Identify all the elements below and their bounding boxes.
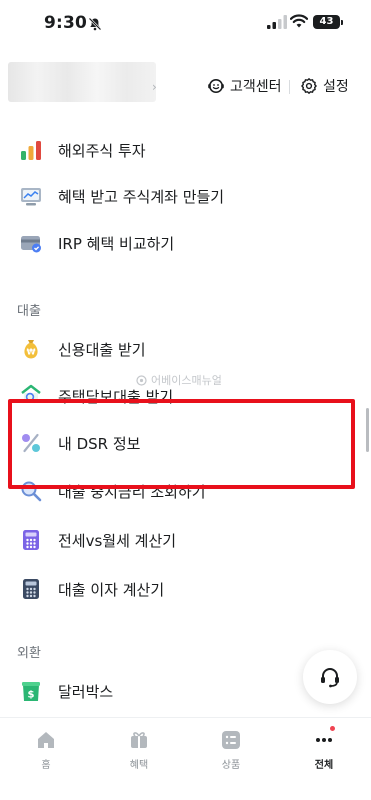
computer-chart-icon <box>21 188 41 206</box>
section-label-exchange: 외환 <box>17 646 41 661</box>
calculator-purple-icon <box>23 530 39 550</box>
dollar-box-icon: $ <box>22 682 40 701</box>
settings-label: 설정 <box>323 79 349 95</box>
gear-icon <box>301 78 317 94</box>
nav-tab-products[interactable]: 상품 <box>201 730 261 771</box>
list-item-label: IRP 혜택 비교하기 <box>58 234 175 253</box>
list-icon <box>222 731 240 749</box>
nav-tab-all[interactable]: 전체 <box>294 726 354 771</box>
more-icon <box>316 738 332 742</box>
watermark-text: 어베이스매뉴얼 <box>151 374 222 387</box>
headset-smile-icon <box>208 79 224 93</box>
magnifier-icon <box>21 481 42 502</box>
battery-indicator: 43 <box>313 15 340 29</box>
nav-label: 상품 <box>221 760 241 771</box>
gift-icon <box>131 732 147 748</box>
status-time: 9:30 <box>44 13 88 33</box>
list-item-label: 혜택 받고 주식계좌 만들기 <box>58 187 225 206</box>
watermark-logo-icon <box>136 374 147 386</box>
list-item-credit-loan[interactable]: ₩ 신용대출 받기 <box>0 326 371 372</box>
list-item-loan-rate[interactable]: 대출 중지금리 조회하기 <box>0 468 371 514</box>
chevron-right-icon[interactable]: › <box>152 80 157 94</box>
nav-label: 혜택 <box>129 760 149 771</box>
bottom-nav: 홈 혜택 상품 전체 <box>0 717 371 800</box>
signal-icon <box>267 15 287 29</box>
bar-chart-icon <box>21 141 41 160</box>
list-item-label: 신용대출 받기 <box>58 340 146 359</box>
section-label-loan: 대출 <box>17 304 41 319</box>
list-item-label: 대출 중지금리 조회하기 <box>58 482 206 501</box>
list-item-overseas-stock[interactable]: 해외주식 투자 <box>0 127 371 173</box>
nav-label: 홈 <box>41 760 51 771</box>
list-item-label: 달러박스 <box>58 682 114 701</box>
svg-text:$: $ <box>28 690 35 701</box>
nav-label: 전체 <box>314 760 334 771</box>
list-item-label: 내 DSR 정보 <box>58 434 141 453</box>
nav-tab-home[interactable]: 홈 <box>16 730 76 771</box>
calculator-dark-icon <box>23 579 39 599</box>
list-item-jeonse-calculator[interactable]: 전세vs월세 계산기 <box>0 517 371 563</box>
list-item-label: 전세vs월세 계산기 <box>58 531 177 550</box>
list-item-label: 대출 이자 계산기 <box>58 580 165 599</box>
notification-dot <box>330 726 335 731</box>
list-item-dsr[interactable]: 내 DSR 정보 <box>0 420 371 466</box>
list-item-label: 주택담보대출 받기 <box>58 387 174 406</box>
header-divider <box>289 80 290 94</box>
scrollbar-thumb[interactable] <box>366 408 369 452</box>
status-bar: 9:30 43 <box>0 0 371 48</box>
settings-button[interactable]: 설정 <box>300 76 349 96</box>
percent-icon <box>22 433 40 453</box>
svg-text:₩: ₩ <box>27 348 36 357</box>
watermark: 어베이스매뉴얼 <box>136 372 222 388</box>
battery-tip <box>341 20 343 25</box>
house-search-icon <box>21 384 41 404</box>
list-item-label: 해외주식 투자 <box>58 141 146 160</box>
headset-icon <box>321 668 339 688</box>
wifi-icon <box>290 14 308 28</box>
list-item-open-account[interactable]: 혜택 받고 주식계좌 만들기 <box>0 173 371 219</box>
list-item-interest-calculator[interactable]: 대출 이자 계산기 <box>0 566 371 612</box>
bell-muted-icon <box>88 17 102 31</box>
list-item-irp[interactable]: IRP 혜택 비교하기 <box>0 220 371 266</box>
customer-center-button[interactable]: 고객센터 <box>207 76 282 96</box>
card-icon <box>21 236 41 253</box>
chat-support-button[interactable] <box>303 650 357 704</box>
money-bag-icon: ₩ <box>24 340 38 359</box>
customer-center-label: 고객센터 <box>230 79 282 95</box>
account-name-blurred[interactable] <box>8 62 156 102</box>
home-icon <box>38 732 54 748</box>
nav-tab-benefit[interactable]: 혜택 <box>109 730 169 771</box>
